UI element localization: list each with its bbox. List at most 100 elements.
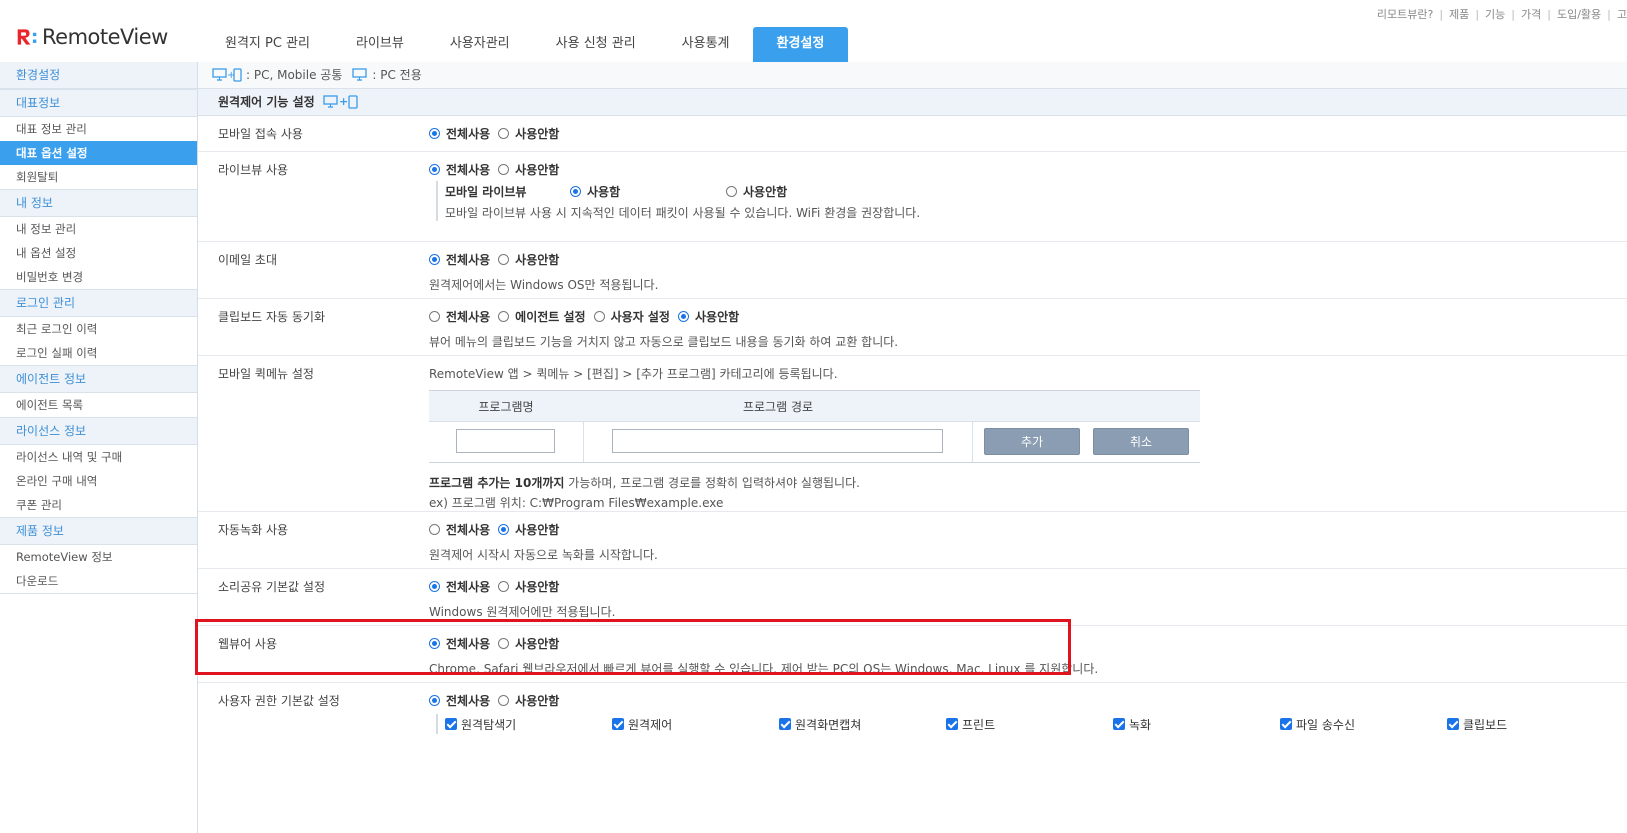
sidebar-category-representative[interactable]: 대표정보 xyxy=(0,89,197,117)
sidebar-item-coupon[interactable]: 쿠폰 관리 xyxy=(0,493,197,517)
remoteview-logo[interactable]: RemoteView xyxy=(16,25,168,49)
radio-webviewer-all[interactable]: 전체사용 xyxy=(429,635,490,652)
col-program-path: 프로그램 경로 xyxy=(742,399,814,414)
checkbox-file-transfer[interactable]: 파일 송수신 xyxy=(1280,716,1447,733)
checkbox-print[interactable]: 프린트 xyxy=(946,716,1113,733)
sidebar-item-agent-list[interactable]: 에이전트 목록 xyxy=(0,393,197,417)
radio-dot xyxy=(593,310,605,322)
divider xyxy=(583,422,584,462)
row-auto-record: 자동녹화 사용 전체사용 사용안함 원격제어 시작시 자동으로 녹화를 시작합니… xyxy=(198,512,1627,569)
cancel-button[interactable]: 취소 xyxy=(1093,428,1189,455)
radio-dot xyxy=(498,310,510,322)
sidebar-category-my-info[interactable]: 내 정보 xyxy=(0,189,197,217)
radio-clipboard-agent[interactable]: 에이전트 설정 xyxy=(498,308,586,325)
sidebar-item-rep-info[interactable]: 대표 정보 관리 xyxy=(0,117,197,141)
radio-label: 사용안함 xyxy=(694,309,740,324)
radio-auto-record-all[interactable]: 전체사용 xyxy=(429,521,490,538)
row-email-invite: 이메일 초대 전체사용 사용안함 원격제어에서는 Windows OS만 적용됩… xyxy=(198,242,1627,299)
checkbox-box xyxy=(445,718,457,730)
radio-clipboard-none[interactable]: 사용안함 xyxy=(677,308,740,325)
radio-liveview-all[interactable]: 전체사용 xyxy=(429,161,490,178)
add-button[interactable]: 추가 xyxy=(984,428,1080,455)
radio-sound-all[interactable]: 전체사용 xyxy=(429,578,490,595)
radio-email-none[interactable]: 사용안함 xyxy=(498,251,559,268)
pc-mobile-icon: + xyxy=(323,95,363,109)
sidebar-item-withdraw[interactable]: 회원탈퇴 xyxy=(0,165,197,189)
sidebar-item-password[interactable]: 비밀번호 변경 xyxy=(0,265,197,289)
mobile-liveview-desc: 모바일 라이브뷰 사용 시 지속적인 데이터 패킷이 사용될 수 있습니다. W… xyxy=(445,206,921,220)
row-sound-share: 소리공유 기본값 설정 전체사용 사용안함 Windows 원격제어에만 적용됩… xyxy=(198,569,1627,626)
user-permission-radios: 전체사용 사용안함 xyxy=(429,692,1627,708)
checkbox-remote-explorer[interactable]: 원격탐색기 xyxy=(445,716,612,733)
sidebar-item-rep-options[interactable]: 대표 옵션 설정 xyxy=(0,141,197,165)
sidebar-category-login[interactable]: 로그인 관리 xyxy=(0,289,197,317)
util-link-about[interactable]: 리모트뷰란? xyxy=(1377,8,1433,21)
radio-label: 전체사용 xyxy=(446,252,491,267)
program-table-row: 추가 취소 xyxy=(429,422,1200,462)
radio-clipboard-user[interactable]: 사용자 설정 xyxy=(593,308,670,325)
auto-record-desc: 원격제어 시작시 자동으로 녹화를 시작합니다. xyxy=(429,548,658,562)
checkbox-clipboard[interactable]: 클립보드 xyxy=(1447,716,1507,733)
tab-user-management[interactable]: 사용자관리 xyxy=(427,27,533,62)
radio-auto-record-none[interactable]: 사용안함 xyxy=(498,521,559,538)
radio-dot xyxy=(429,694,440,706)
radio-clipboard-all[interactable]: 전체사용 xyxy=(429,308,490,325)
auto-record-radios: 전체사용 사용안함 xyxy=(429,521,1627,537)
program-path-input[interactable] xyxy=(612,429,943,453)
radio-dot xyxy=(498,523,510,535)
row-liveview: 라이브뷰 사용 전체사용 사용안함 모바일 라이브뷰 사용함 사용안함 모바일 … xyxy=(198,152,1627,242)
radio-permission-none[interactable]: 사용안함 xyxy=(498,692,559,709)
radio-permission-all[interactable]: 전체사용 xyxy=(429,692,490,709)
tab-remote-pc[interactable]: 원격지 PC 관리 xyxy=(202,27,333,62)
sidebar-item-download[interactable]: 다운로드 xyxy=(0,569,197,593)
sidebar-item-recent-login[interactable]: 최근 로그인 이력 xyxy=(0,317,197,341)
radio-liveview-none[interactable]: 사용안함 xyxy=(498,161,559,178)
util-link-products[interactable]: 제품 xyxy=(1449,8,1469,21)
radio-webviewer-none[interactable]: 사용안함 xyxy=(498,635,559,652)
sidebar-item-my-options[interactable]: 내 옵션 설정 xyxy=(0,241,197,265)
util-link-features[interactable]: 기능 xyxy=(1485,8,1505,21)
sidebar-item-license-history[interactable]: 라이선스 내역 및 구매 xyxy=(0,445,197,469)
checkbox-screen-capture[interactable]: 원격화면캡쳐 xyxy=(779,716,946,733)
checkbox-label: 원격화면캡쳐 xyxy=(795,717,862,732)
sidebar-item-login-fail[interactable]: 로그인 실패 이력 xyxy=(0,341,197,365)
radio-mobile-access-all[interactable]: 전체사용 xyxy=(429,125,490,142)
sidebar-item-product-info[interactable]: RemoteView 정보 xyxy=(0,545,197,569)
tab-usage-stats[interactable]: 사용통계 xyxy=(659,27,753,62)
legend-common-label: : PC, Mobile 공통 xyxy=(246,68,343,82)
sidebar-category-product[interactable]: 제품 정보 xyxy=(0,517,197,545)
divider: | xyxy=(1511,8,1515,21)
radio-sound-none[interactable]: 사용안함 xyxy=(498,578,559,595)
divider xyxy=(972,422,973,462)
sound-share-desc: Windows 원격제어에만 적용됩니다. xyxy=(429,605,616,619)
radio-mobile-liveview-off[interactable]: 사용안함 xyxy=(726,183,787,200)
radio-label: 사용안함 xyxy=(515,162,560,177)
checkbox-label: 원격탐색기 xyxy=(461,717,517,732)
util-link-more[interactable]: 고 xyxy=(1617,8,1627,21)
row-label: 모바일 퀵메뉴 설정 xyxy=(218,367,314,381)
util-link-adoption[interactable]: 도입/활용 xyxy=(1557,8,1601,21)
checkbox-record[interactable]: 녹화 xyxy=(1113,716,1280,733)
tab-liveview[interactable]: 라이브뷰 xyxy=(333,27,427,62)
sidebar-category-settings[interactable]: 환경설정 xyxy=(0,62,197,89)
tab-settings[interactable]: 환경설정 xyxy=(752,27,849,62)
tab-usage-request[interactable]: 사용 신청 관리 xyxy=(533,27,659,62)
radio-mobile-liveview-on[interactable]: 사용함 xyxy=(570,183,718,200)
util-link-pricing[interactable]: 가격 xyxy=(1521,8,1541,21)
sidebar-category-license[interactable]: 라이선스 정보 xyxy=(0,417,197,445)
sidebar-item-my-info[interactable]: 내 정보 관리 xyxy=(0,217,197,241)
radio-dot xyxy=(429,523,440,535)
program-name-input[interactable] xyxy=(456,429,555,453)
row-label: 이메일 초대 xyxy=(218,253,278,267)
radio-email-all[interactable]: 전체사용 xyxy=(429,251,490,268)
radio-mobile-access-none[interactable]: 사용안함 xyxy=(498,125,559,142)
checkbox-box xyxy=(946,718,958,730)
sidebar-item-online-purchase[interactable]: 온라인 구매 내역 xyxy=(0,469,197,493)
sidebar-category-agent[interactable]: 에이전트 정보 xyxy=(0,365,197,393)
checkbox-label: 프린트 xyxy=(962,717,996,732)
radio-label: 전체사용 xyxy=(446,579,491,594)
program-table-header: 프로그램명 프로그램 경로 xyxy=(429,391,1200,422)
radio-dot xyxy=(429,163,440,175)
checkbox-remote-control[interactable]: 원격제어 xyxy=(612,716,779,733)
radio-dot xyxy=(498,127,510,139)
